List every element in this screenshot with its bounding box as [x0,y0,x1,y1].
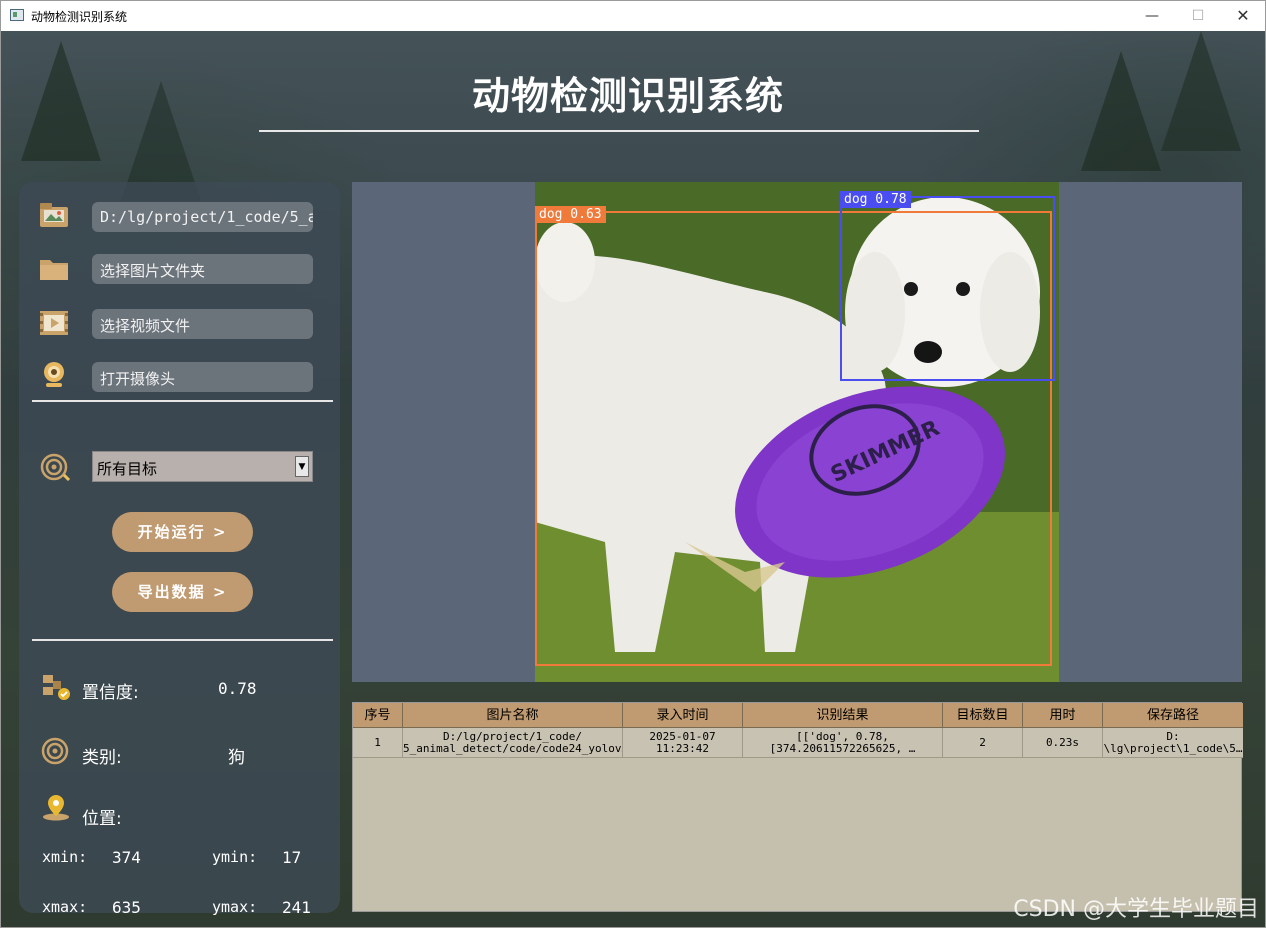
chevron-down-icon[interactable]: ▼ [295,456,309,477]
minimize-button[interactable]: — [1129,1,1175,31]
xmin-value: 374 [112,848,141,867]
title-underline [259,130,979,132]
title-bar: 动物检测识别系统 — ☐ ✕ [1,1,1265,31]
cell-time: 2025-01-07 11:23:42 [623,728,743,758]
cell-line: \lg\project\1_code\5… [1103,742,1243,755]
cell-index: 1 [353,728,403,758]
ymin-value: 17 [282,848,302,867]
maximize-button[interactable]: ☐ [1175,1,1221,31]
xmax-value: 635 [112,898,141,917]
cell-line: [374.20611572265625, … [769,742,916,755]
cell-image-name: D:/lg/project/1_code/ 5_animal_detect/co… [403,728,623,758]
cell-elapsed: 0.23s [1023,728,1103,758]
class-icon [41,737,69,765]
xmin-label: xmin: [42,848,88,866]
table-row[interactable]: 1 D:/lg/project/1_code/ 5_animal_detect/… [353,728,1243,758]
image-display: SKIMMER dog 0.63 dog 0.78 [352,182,1242,682]
column-header[interactable]: 识别结果 [743,703,943,728]
cell-count: 2 [943,728,1023,758]
cell-result: [['dog', 0.78, [374.20611572265625, … [743,728,943,758]
table-header: 序号 图片名称 录入时间 识别结果 目标数目 用时 保存路径 [353,703,1243,728]
export-button[interactable]: 导出数据 > [112,572,253,612]
column-header[interactable]: 序号 [353,703,403,728]
cell-line: 11:23:42 [656,742,709,755]
column-header[interactable]: 图片名称 [403,703,623,728]
detection-image: SKIMMER dog 0.63 dog 0.78 [535,182,1059,682]
target-icon [40,453,71,481]
class-label: 类别: [82,748,122,768]
column-header[interactable]: 目标数目 [943,703,1023,728]
confidence-label: 置信度: [82,683,139,703]
start-button[interactable]: 开始运行 > [112,512,253,552]
camera-icon[interactable] [38,361,70,389]
select-video-button[interactable]: 选择视频文件 [92,309,313,339]
ymax-label: ymax: [212,898,258,916]
open-camera-button[interactable]: 打开摄像头 [92,362,313,392]
image-path-field[interactable]: D:/lg/project/1_code/5_anim [92,202,313,232]
target-select-value: 所有目标 [97,460,158,478]
xmax-label: xmax: [42,898,88,916]
confidence-value: 0.78 [218,679,257,698]
client-area: 动物检测识别系统 D:/lg/project/1_code/5_anim 选择图… [1,31,1265,927]
video-file-icon[interactable] [38,309,70,337]
window-title: 动物检测识别系统 [31,10,128,24]
class-value: 狗 [228,748,245,768]
cell-line: 5_animal_detect/code/code24_yolov… [403,742,623,755]
section-divider [32,400,333,402]
location-pin-icon [43,795,69,821]
target-class-select[interactable]: 所有目标 ▼ [92,451,313,482]
results-table[interactable]: 序号 图片名称 录入时间 识别结果 目标数目 用时 保存路径 1 D:/lg/p… [352,702,1243,912]
column-header[interactable]: 录入时间 [623,703,743,728]
app-icon [10,9,24,21]
image-file-icon[interactable] [38,201,70,229]
control-panel: D:/lg/project/1_code/5_anim 选择图片文件夹 选择视频… [19,182,340,917]
column-header[interactable]: 用时 [1023,703,1103,728]
detection-box-dog [840,196,1055,381]
ymax-value: 241 [282,898,311,917]
detection-label: dog 0.78 [840,191,911,208]
position-label: 位置: [82,809,122,829]
section-divider [32,639,333,641]
ymin-label: ymin: [212,848,258,866]
column-header[interactable]: 保存路径 [1103,703,1243,728]
cell-save-path: D: \lg\project\1_code\5… [1103,728,1243,758]
detection-label: dog 0.63 [535,206,606,223]
confidence-icon [43,675,70,700]
app-window: 动物检测识别系统 — ☐ ✕ 动物检测识别系统 D:/lg/project/1_… [0,0,1266,928]
watermark: CSDN @大学生毕业题目 [1013,897,1259,922]
select-folder-button[interactable]: 选择图片文件夹 [92,254,313,284]
close-button[interactable]: ✕ [1220,1,1266,31]
page-title: 动物检测识别系统 [471,74,784,118]
folder-icon[interactable] [38,254,70,282]
